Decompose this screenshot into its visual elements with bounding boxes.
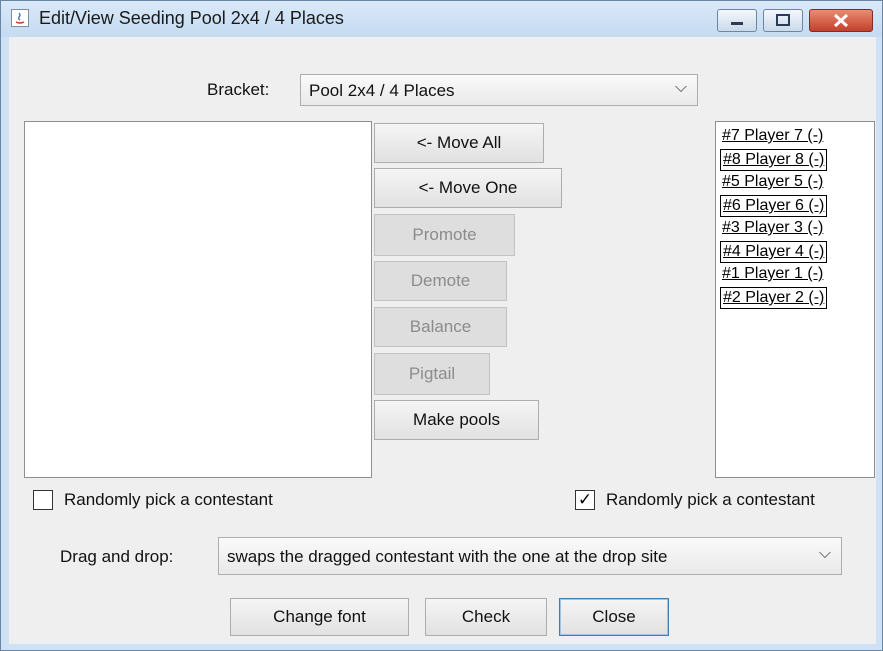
drag-drop-label: Drag and drop: [60, 547, 174, 566]
bracket-label: Bracket: [207, 80, 270, 99]
title-bar[interactable]: Edit/View Seeding Pool 2x4 / 4 Places [1, 1, 882, 37]
close-icon [833, 13, 849, 28]
seeded-list-item[interactable]: #8 Player 8 (-) [720, 149, 828, 171]
java-app-icon [11, 9, 29, 27]
balance-button[interactable]: Balance [374, 307, 507, 347]
seeded-list-item[interactable]: #2 Player 2 (-) [720, 287, 828, 309]
promote-button[interactable]: Promote [374, 214, 515, 256]
chevron-down-icon: ⌵ [818, 545, 831, 562]
close-button[interactable]: Close [559, 598, 669, 636]
demote-button[interactable]: Demote [374, 261, 507, 301]
seeded-list-item[interactable]: #4 Player 4 (-) [720, 241, 828, 263]
maximize-button[interactable] [763, 9, 803, 32]
move-one-button[interactable]: <- Move One [374, 168, 562, 208]
dialog-content: Bracket: Pool 2x4 / 4 Places ⌵ <- Move A… [9, 37, 876, 644]
random-pick-left-checkbox[interactable] [33, 490, 53, 510]
random-pick-right-label: Randomly pick a contestant [606, 490, 815, 509]
seeded-list[interactable]: #7 Player 7 (-) #8 Player 8 (-) #5 Player … [715, 121, 875, 478]
bracket-dropdown[interactable]: Pool 2x4 / 4 Places ⌵ [300, 74, 698, 106]
drag-drop-selected: swaps the dragged contestant with the on… [227, 547, 668, 566]
pigtail-button[interactable]: Pigtail [374, 353, 490, 395]
unseeded-list[interactable] [24, 121, 372, 478]
maximize-icon [776, 14, 790, 26]
bracket-selected: Pool 2x4 / 4 Places [309, 81, 455, 100]
make-pools-button[interactable]: Make pools [374, 400, 539, 440]
chevron-down-icon: ⌵ [674, 79, 687, 96]
drag-drop-dropdown[interactable]: swaps the dragged contestant with the on… [218, 537, 842, 575]
minimize-icon [731, 22, 743, 25]
seeded-list-item[interactable]: #3 Player 3 (-) [720, 218, 825, 238]
close-window-button[interactable] [809, 9, 873, 32]
seeded-list-item[interactable]: #7 Player 7 (-) [720, 126, 825, 146]
minimize-button[interactable] [717, 9, 757, 32]
move-all-button[interactable]: <- Move All [374, 123, 544, 163]
checkmark-icon: ✓ [577, 490, 593, 510]
seeded-list-item[interactable]: #1 Player 1 (-) [720, 264, 825, 284]
seeded-list-item[interactable]: #6 Player 6 (-) [720, 195, 828, 217]
seeded-list-item[interactable]: #5 Player 5 (-) [720, 172, 825, 192]
check-button[interactable]: Check [425, 598, 547, 636]
random-pick-right-checkbox[interactable]: ✓ [575, 490, 595, 510]
dialog-window: Edit/View Seeding Pool 2x4 / 4 Places Br… [0, 0, 883, 651]
random-pick-left-label: Randomly pick a contestant [64, 490, 273, 509]
window-title: Edit/View Seeding Pool 2x4 / 4 Places [39, 8, 344, 28]
change-font-button[interactable]: Change font [230, 598, 409, 636]
